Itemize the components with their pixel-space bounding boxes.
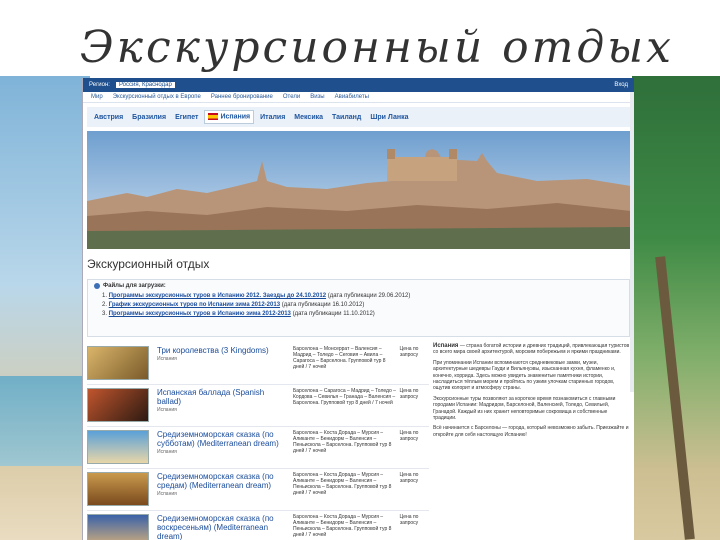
tour-row: Средиземноморская сказка (по воскресенья… [87,511,429,540]
file-item: 2. График экскурсионных туров по Испании… [102,302,365,308]
tour-row: Средиземноморская сказка (по средам) (Me… [87,469,429,511]
tour-route: Барселона – Сарагоса – Мадрид – Толедо –… [293,388,396,406]
website-window: Регион: Россия, Краснодар Вход Мир Экскур… [82,78,634,540]
tour-name-link[interactable]: Три королевства (3 Kingdoms) [157,346,289,355]
tour-price: Цена по запросу [399,430,419,442]
palm-photo-right [632,76,720,540]
subnav-item[interactable]: Раннее бронирование [211,94,273,100]
subnav-item[interactable]: Авиабилеты [335,94,369,100]
tour-price: Цена по запросу [399,346,419,358]
country-tab[interactable]: Таиланд [329,112,364,123]
sub-navigation: Мир Экскурсионный отдых в Европе Раннее бр… [83,92,634,103]
tour-price: Цена по запросу [399,514,419,526]
tour-row: Средиземноморская сказка (по субботам) (… [87,427,429,469]
beach-photo-left [0,76,90,540]
tour-country: Испания [157,491,177,497]
page-title: Экскурсионный отдых [87,257,210,271]
subnav-item[interactable]: Мир [91,94,103,100]
scrollbar[interactable] [630,92,634,392]
toledo-banner-image [87,131,630,249]
tour-thumbnail[interactable] [87,472,149,506]
tour-route: Барселона – Коста Дорада – Мурсия – Алик… [293,514,392,538]
subnav-item[interactable]: Экскурсионный отдых в Европе [113,94,201,100]
tour-price: Цена по запросу [399,472,419,484]
files-header: Файлы для загрузки: [103,283,166,289]
tour-route: Барселона – Монсеррат – Валенсия – Мадри… [293,346,386,370]
country-tab[interactable]: Австрия [91,112,126,123]
tour-country: Испания [157,407,177,413]
country-tabs: Австрия Бразилия Египет Испания Италия Мексик… [87,107,630,127]
spain-description: Испания — страна богатой истории и древн… [433,343,630,438]
tour-name-link[interactable]: Средиземноморская сказка (по средам) (Me… [157,472,289,490]
files-list: 1. Программы экскурсионных туров в Испан… [94,293,623,317]
country-tab[interactable]: Испания [204,110,255,124]
tour-thumbnail[interactable] [87,514,149,540]
country-tab[interactable]: Мексика [291,112,326,123]
login-link[interactable]: Вход [614,82,628,88]
file-link[interactable]: График экскурсионных туров по Испании зи… [109,302,280,308]
spain-flag-icon [208,113,219,121]
tour-name-link[interactable]: Средиземноморская сказка (по воскресенья… [157,514,289,540]
tour-route: Барселона – Коста Дорада – Мурсия – Алик… [293,430,392,454]
files-download-box: Файлы для загрузки: 1. Программы экскурс… [87,279,630,337]
tour-list: Три королевства (3 Kingdoms) Испания Барсе… [87,343,429,540]
tour-content: Три королевства (3 Kingdoms) Испания Барсе… [87,343,630,540]
country-tab[interactable]: Италия [257,112,288,123]
tour-country: Испания [157,449,177,455]
tour-thumbnail[interactable] [87,346,149,380]
tour-row: Испанская баллада (Spanish ballad) Испани… [87,385,429,427]
tour-route: Барселона – Коста Дорада – Мурсия – Алик… [293,472,392,496]
file-note: (дата публикации 29.06.2012) [327,293,411,299]
file-note: (дата публикации 16.10.2012) [281,302,365,308]
file-item: 3. Программы экскурсионных туров в Испан… [102,311,375,317]
tour-country: Испания [157,356,177,362]
file-link[interactable]: Программы экскурсионных туров в Испанию … [109,293,326,299]
file-note: (дата публикации 11.10.2012) [292,311,375,317]
region-label: Регион: [89,82,110,88]
tour-name-link[interactable]: Средиземноморская сказка (по субботам) (… [157,430,289,448]
tour-thumbnail[interactable] [87,388,149,422]
country-tab[interactable]: Египет [172,112,201,123]
country-tab[interactable]: Бразилия [129,112,169,123]
top-bar: Регион: Россия, Краснодар Вход [83,78,634,92]
subnav-item[interactable]: Визы [310,94,324,100]
region-select[interactable]: Россия, Краснодар [115,82,175,88]
slide-title: Экскурсионный отдых [80,22,674,73]
file-link[interactable]: Программы экскурсионных туров в Испанию … [109,311,291,317]
country-tab[interactable]: Шри Ланка [367,112,411,123]
tour-thumbnail[interactable] [87,430,149,464]
tour-name-link[interactable]: Испанская баллада (Spanish ballad) [157,388,289,406]
info-icon [94,283,100,289]
tour-price: Цена по запросу [399,388,419,400]
subnav-item[interactable]: Отели [283,94,300,100]
tour-row: Три королевства (3 Kingdoms) Испания Барсе… [87,343,429,385]
file-item: 1. Программы экскурсионных туров в Испан… [102,293,411,299]
